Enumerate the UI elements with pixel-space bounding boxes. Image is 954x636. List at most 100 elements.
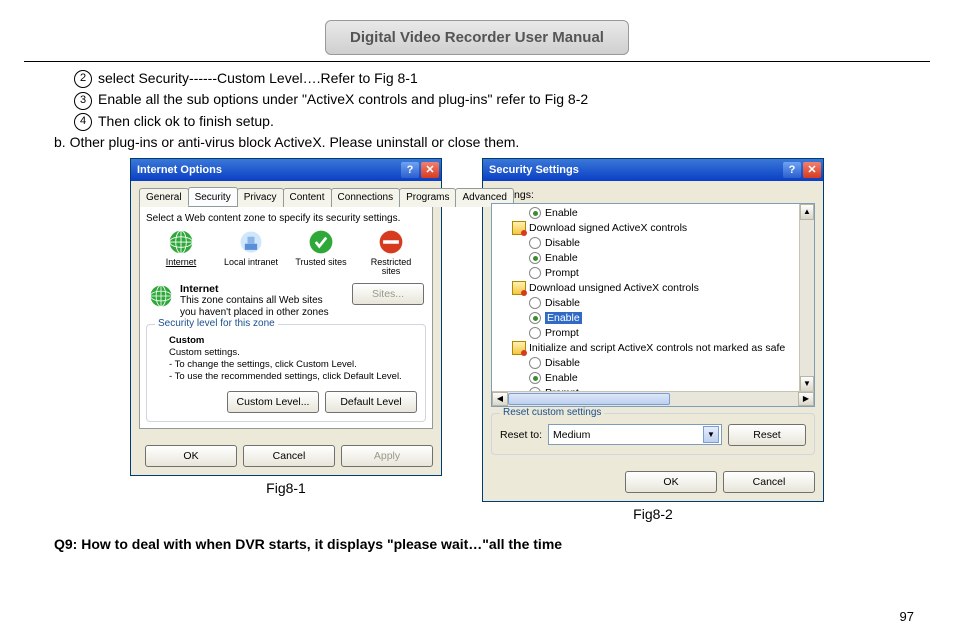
horizontal-scrollbar[interactable]: ◀ ▶ [492, 391, 814, 406]
figure-caption: Fig8-1 [266, 480, 306, 496]
radio-option-enable[interactable]: Enable [528, 251, 814, 266]
zone-label: Trusted sites [295, 258, 346, 267]
step-b: b. Other plug-ins or anti-virus block Ac… [54, 134, 930, 150]
step-2-text: select Security------Custom Level….Refer… [98, 70, 418, 86]
security-level-group: Security level for this zone Custom Cust… [146, 324, 426, 422]
help-button[interactable]: ? [783, 162, 801, 178]
reset-to-select[interactable]: Medium ▼ [548, 424, 722, 445]
option-label: Download unsigned ActiveX controls [529, 282, 699, 294]
settings-label: Settings: [493, 189, 815, 201]
zone-internet[interactable]: Internet [151, 228, 211, 277]
option-label: Prompt [545, 327, 579, 339]
activex-icon [512, 341, 526, 355]
option-label: Enable [545, 252, 578, 264]
activex-category[interactable]: Download signed ActiveX controls [512, 221, 814, 236]
option-label: Disable [545, 237, 580, 249]
scroll-up-icon[interactable]: ▲ [800, 204, 814, 220]
cancel-button[interactable]: Cancel [243, 445, 335, 467]
radio-option-disable[interactable]: Disable [528, 356, 814, 371]
page-title: Digital Video Recorder User Manual [325, 20, 629, 55]
close-button[interactable]: ✕ [421, 162, 439, 178]
tab-programs[interactable]: Programs [399, 188, 456, 207]
figure-8-1: Internet Options ? ✕ GeneralSecurityPriv… [130, 158, 442, 522]
page-number: 97 [900, 609, 914, 624]
step-3b: refer to Fig 8-2 [496, 91, 588, 107]
activex-category[interactable]: Download unsigned ActiveX controls [512, 281, 814, 296]
option-label: Disable [545, 297, 580, 309]
help-button[interactable]: ? [401, 162, 419, 178]
option-label: Disable [545, 357, 580, 369]
custom-settings-text: Custom Custom settings. - To change the … [169, 335, 417, 383]
default-level-button[interactable]: Default Level [325, 391, 417, 413]
globe-icon [167, 228, 195, 256]
option-label: Initialize and script ActiveX controls n… [529, 342, 785, 354]
instruction-text: Select a Web content zone to specify its… [146, 213, 426, 224]
tab-security[interactable]: Security [188, 187, 238, 206]
dialog-footer: OK Cancel Apply [131, 437, 441, 475]
ok-button[interactable]: OK [625, 471, 717, 493]
cancel-button[interactable]: Cancel [723, 471, 815, 493]
scroll-down-icon[interactable]: ▼ [800, 376, 814, 392]
header: Digital Video Recorder User Manual [24, 20, 930, 55]
security-panel: Select a Web content zone to specify its… [139, 207, 433, 429]
step-3-num: 3 [74, 92, 92, 110]
step-2-num: 2 [74, 70, 92, 88]
group-title: Security level for this zone [155, 318, 278, 329]
apply-button[interactable]: Apply [341, 445, 433, 467]
radio-option-enable[interactable]: Enable [528, 371, 814, 386]
close-button[interactable]: ✕ [803, 162, 821, 178]
dialog-footer: OK Cancel [483, 463, 823, 501]
radio-option-prompt[interactable]: Prompt [528, 266, 814, 281]
dialog-title: Internet Options [137, 164, 222, 176]
step-4-num: 4 [74, 113, 92, 131]
radio-option-enable[interactable]: Enable [528, 311, 814, 326]
vertical-scrollbar[interactable]: ▲ ▼ [799, 204, 814, 392]
zone-restricted-sites[interactable]: Restricted sites [361, 228, 421, 277]
option-label: Download signed ActiveX controls [529, 222, 687, 234]
radio-icon [529, 237, 541, 249]
radio-icon [529, 207, 541, 219]
tab-content[interactable]: Content [283, 188, 332, 207]
option-label: Enable [545, 312, 582, 324]
radio-option-disable[interactable]: Disable [528, 236, 814, 251]
zone-trusted-sites[interactable]: Trusted sites [291, 228, 351, 277]
sites-button[interactable]: Sites... [352, 283, 424, 305]
step-4: 4 Then click ok to finish setup. [74, 113, 930, 131]
zone-name: Internet [180, 283, 219, 295]
zone-label: Local intranet [224, 258, 278, 267]
ok-button[interactable]: OK [145, 445, 237, 467]
tab-connections[interactable]: Connections [331, 188, 401, 207]
settings-tree[interactable]: EnableDownload signed ActiveX controlsDi… [491, 203, 815, 407]
option-label: Prompt [545, 267, 579, 279]
option-label: Enable [545, 372, 578, 384]
radio-option-disable[interactable]: Disable [528, 296, 814, 311]
tab-general[interactable]: General [139, 188, 189, 207]
step-4-text: Then click ok to finish setup. [98, 113, 274, 129]
radio-icon [529, 252, 541, 264]
radio-option-prompt[interactable]: Prompt [528, 326, 814, 341]
activex-category[interactable]: Initialize and script ActiveX controls n… [512, 341, 814, 356]
reset-button[interactable]: Reset [728, 424, 806, 446]
reset-value: Medium [553, 429, 590, 441]
scroll-thumb[interactable] [508, 393, 670, 405]
step-3: 3Enable all the sub options under "Activ… [74, 91, 930, 109]
radio-icon [529, 372, 541, 384]
step-3a: Enable all the sub options under [98, 91, 298, 107]
figure-caption: Fig8-2 [633, 506, 673, 522]
zone-label: Internet [166, 258, 197, 267]
globe-icon [148, 283, 174, 309]
custom-level-button[interactable]: Custom Level... [227, 391, 319, 413]
radio-option-enable[interactable]: Enable [528, 206, 814, 221]
step-2: 2 select Security------Custom Level….Refe… [74, 70, 930, 88]
titlebar: Internet Options ? ✕ [131, 159, 441, 181]
scroll-right-icon[interactable]: ▶ [798, 392, 814, 406]
figure-8-2: Security Settings ? ✕ Settings: EnableDo… [482, 158, 824, 522]
scroll-left-icon[interactable]: ◀ [492, 392, 508, 406]
security-settings-dialog: Security Settings ? ✕ Settings: EnableDo… [482, 158, 824, 502]
tab-privacy[interactable]: Privacy [237, 188, 284, 207]
zone-local-intranet[interactable]: Local intranet [221, 228, 281, 277]
manual-page: Digital Video Recorder User Manual 2 sele… [0, 0, 954, 636]
radio-icon [529, 312, 541, 324]
zone-row: Internet Local intranet Trusted sites [146, 228, 426, 277]
chevron-down-icon[interactable]: ▼ [703, 426, 719, 443]
